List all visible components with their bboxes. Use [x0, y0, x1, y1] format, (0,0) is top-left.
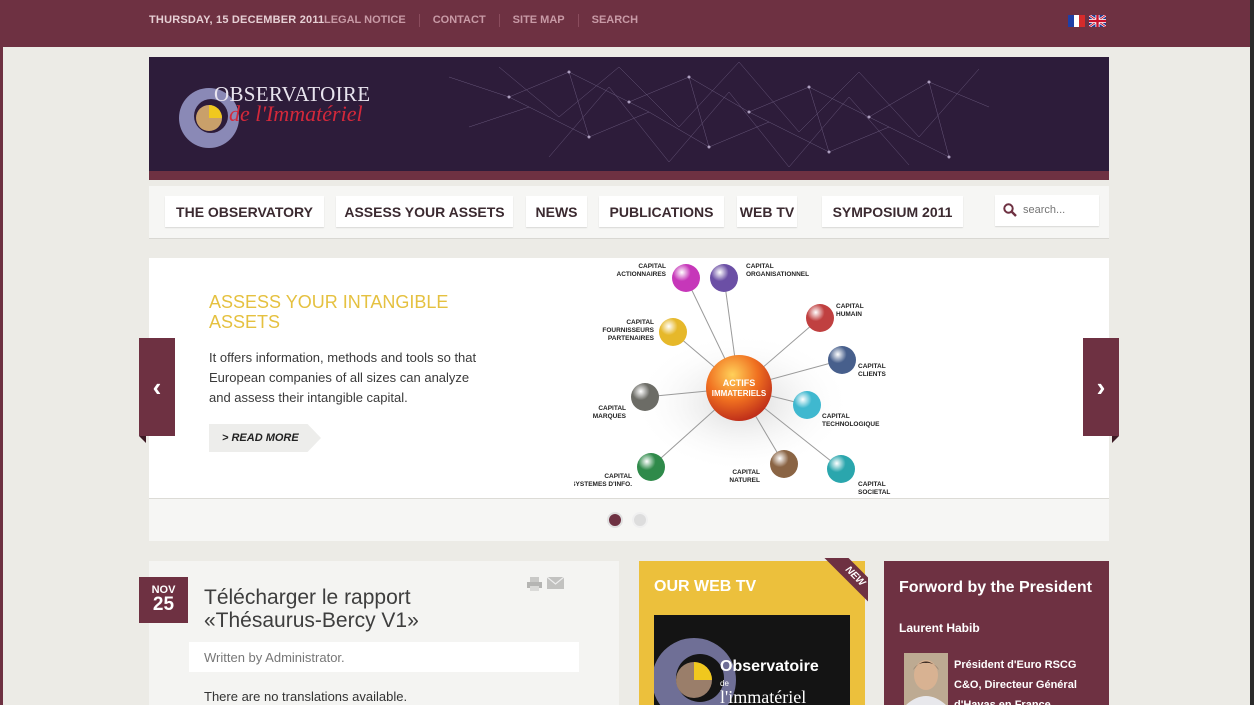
diagram-node: [827, 455, 855, 483]
diagram-node-label: CAPITAL: [746, 263, 774, 270]
main-nav: THE OBSERVATORY ASSESS YOUR ASSETS NEWS …: [149, 186, 1109, 239]
diagram-node-label: CAPITAL: [858, 363, 886, 370]
diagram-node-label: PARTENAIRES: [608, 335, 655, 342]
new-ribbon: NEW: [818, 558, 868, 608]
article-author: Written by Administrator.: [189, 642, 579, 672]
top-links: LEGAL NOTICE CONTACT SITE MAP SEARCH: [324, 14, 651, 27]
president-name: Laurent Habib: [899, 621, 980, 635]
article-body: There are no translations available.: [204, 689, 408, 704]
nav-news[interactable]: NEWS: [526, 196, 587, 227]
diagram-node-label: CAPITAL: [858, 481, 886, 488]
chevron-left-icon: ‹: [152, 371, 162, 402]
search-link[interactable]: SEARCH: [577, 14, 651, 27]
contact-link[interactable]: CONTACT: [418, 14, 499, 27]
diagram-node: [793, 391, 821, 419]
diagram-node-label: CAPITAL: [732, 469, 760, 476]
top-bar: THURSDAY, 15 DECEMBER 2011 LEGAL NOTICE …: [0, 0, 1254, 47]
uk-flag-icon[interactable]: [1089, 15, 1106, 27]
slider-next-button[interactable]: ›: [1083, 338, 1119, 443]
diagram-node: [659, 318, 687, 346]
diagram-node-label: CLIENTS: [858, 371, 886, 378]
email-icon[interactable]: [547, 577, 564, 589]
diagram-node: [710, 264, 738, 292]
diagram-node: [770, 450, 798, 478]
site-map-link[interactable]: SITE MAP: [498, 14, 578, 27]
window-frame-right: [1250, 0, 1254, 705]
diagram-node: [672, 264, 700, 292]
diagram-node-label: CAPITAL: [604, 473, 632, 480]
print-icon[interactable]: [527, 577, 542, 591]
diagram-node-label: ORGANISATIONNEL: [746, 271, 809, 278]
slider-pager: [149, 498, 1109, 541]
search-icon[interactable]: [1003, 203, 1017, 217]
search-box: [995, 195, 1099, 226]
chevron-right-icon: ›: [1096, 371, 1106, 402]
nav-web-tv[interactable]: WEB TV: [737, 196, 797, 227]
president-photo: [904, 653, 948, 705]
center-node: [706, 355, 772, 421]
article-date-badge: NOV 25: [139, 577, 188, 623]
nav-symposium-2011[interactable]: SYMPOSIUM 2011: [822, 196, 963, 227]
banner-strip: [149, 171, 1109, 180]
window-frame-left: [0, 0, 3, 705]
president-panel: Forword by the President Laurent Habib P…: [884, 561, 1109, 705]
diagram-node: [637, 453, 665, 481]
diagram-node-label: NATUREL: [729, 477, 760, 484]
article-day: 25: [152, 594, 175, 615]
diagram-node-label: ACTIONNAIRES: [617, 271, 667, 278]
diagram-node-label: CAPITAL: [598, 405, 626, 412]
webtv-video-thumbnail[interactable]: Observatoire de l'immatériel: [654, 615, 850, 705]
slide-text: It offers information, methods and tools…: [209, 350, 477, 405]
president-title: Forword by the President: [899, 579, 1092, 596]
center-label-line2: IMMATERIELS: [712, 389, 767, 398]
slide-title: ASSESS YOUR INTANGIBLE ASSETS: [209, 292, 449, 332]
french-flag-icon[interactable]: [1068, 15, 1085, 27]
nav-assess-your-assets[interactable]: ASSESS YOUR ASSETS: [336, 196, 513, 227]
diagram-node-label: CAPITAL: [626, 319, 654, 326]
video-title-line1: Observatoire: [720, 658, 819, 675]
diagram-node-label: HUMAIN: [836, 311, 862, 318]
webtv-title: OUR WEB TV: [654, 578, 757, 595]
legal-notice-link[interactable]: LEGAL NOTICE: [324, 14, 419, 27]
center-label-line1: ACTIFS: [723, 378, 756, 388]
diagram-node-label: CAPITAL: [638, 263, 666, 270]
nav-the-observatory[interactable]: THE OBSERVATORY: [165, 196, 324, 227]
pager-dot-2[interactable]: [632, 512, 648, 528]
current-date: THURSDAY, 15 DECEMBER 2011: [149, 14, 325, 26]
nav-publications[interactable]: PUBLICATIONS: [599, 196, 724, 227]
intangible-assets-diagram: ACTIFS IMMATERIELS CAPITALACTIONNAIRESCA…: [574, 263, 890, 496]
president-description: Président d'Euro RSCG C&O, Directeur Gén…: [954, 659, 1077, 705]
search-input[interactable]: [1023, 202, 1093, 218]
diagram-node-label: MARQUES: [593, 413, 627, 420]
diagram-node-label: SOCIETAL: [858, 489, 890, 496]
diagram-node-label: CAPITAL: [822, 413, 850, 420]
diagram-node: [828, 346, 856, 374]
logo-subtitle: de l'Immatériel: [229, 101, 363, 126]
pager-dot-1[interactable]: [607, 512, 623, 528]
new-badge: NEW: [824, 558, 868, 608]
slider-prev-button[interactable]: ‹: [139, 338, 175, 443]
diagram-node: [631, 383, 659, 411]
diagram-node: [806, 304, 834, 332]
diagram-node-label: FOURNISSEURS: [602, 327, 654, 334]
president-portrait: [904, 653, 948, 705]
read-more-button[interactable]: > READ MORE: [209, 424, 321, 452]
article-tools: [527, 577, 564, 591]
diagram-node-label: SYSTEMES D'INFO.: [574, 481, 632, 488]
video-logo-graphic: Observatoire de l'immatériel: [654, 638, 819, 705]
article-title[interactable]: Télécharger le rapport «Thésaurus-Bercy …: [204, 586, 504, 632]
diagram-node-label: TECHNOLOGIQUE: [822, 421, 880, 428]
feature-slider: ASSESS YOUR INTANGIBLE ASSETS It offers …: [149, 258, 1109, 498]
language-switcher: [1068, 15, 1106, 27]
video-title-line3: l'immatériel: [720, 687, 806, 705]
diagram-node-label: CAPITAL: [836, 303, 864, 310]
